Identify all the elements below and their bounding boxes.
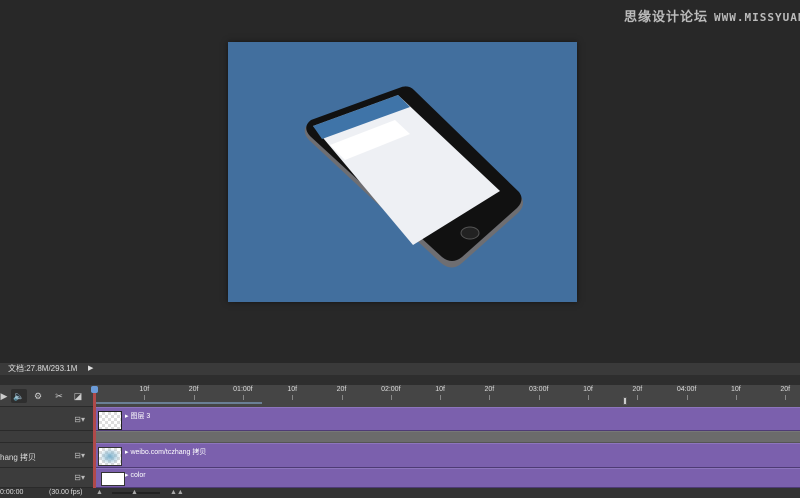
status-bar: 文档:27.8M/293.1M ▶ bbox=[0, 363, 800, 375]
ruler-tick-label: 10f bbox=[583, 386, 593, 393]
clip-color[interactable]: ▸ color bbox=[95, 468, 800, 488]
ruler-tick bbox=[193, 395, 195, 400]
timeline-footer: 0:00:00 (30.00 fps) ▲ ▲ ▲▲ bbox=[0, 488, 800, 498]
iphone-mockup-image bbox=[304, 86, 524, 268]
ruler-tick bbox=[735, 395, 737, 400]
work-area-end-marker[interactable] bbox=[623, 397, 627, 405]
playhead[interactable] bbox=[93, 388, 96, 498]
panel-divider bbox=[0, 375, 800, 385]
ruler-tick-label: 10f bbox=[435, 386, 445, 393]
ruler-tick bbox=[588, 395, 589, 400]
clip-thumbnail bbox=[98, 411, 122, 430]
ruler-tick-label: 10f bbox=[731, 386, 741, 393]
zoom-slider-thumb[interactable]: ▲ bbox=[131, 488, 138, 498]
layer-header-3[interactable]: hang 拷贝 ⊟▾ bbox=[0, 443, 93, 468]
transition-icon[interactable]: ◪ bbox=[71, 389, 85, 403]
clip-thumbnail bbox=[98, 447, 122, 466]
ruler-tick bbox=[341, 395, 343, 400]
ruler-tick bbox=[785, 395, 787, 400]
frame-rate: (30.00 fps) bbox=[49, 489, 83, 496]
ruler-tick bbox=[292, 395, 294, 400]
ruler-tick-label: 20f bbox=[780, 386, 791, 393]
ruler-tick bbox=[538, 395, 540, 400]
ruler-tick-label: 01:00f bbox=[233, 386, 253, 393]
play-icon[interactable]: ▶ bbox=[0, 389, 8, 403]
ruler-tick-label: 20f bbox=[188, 386, 199, 393]
clip-weibo[interactable]: ▸ weibo.com/tczhang 拷贝 bbox=[95, 443, 800, 468]
playhead-handle[interactable] bbox=[91, 386, 98, 393]
watermark: 思缘设计论坛WWW.MISSYUAN.COM bbox=[624, 9, 800, 24]
clip-label: ▸ 图层 3 bbox=[125, 413, 151, 420]
ruler-tick-label: 10f bbox=[287, 386, 298, 393]
settings-icon[interactable]: ⚙ bbox=[31, 389, 45, 403]
ruler-tick-label: 02:00f bbox=[381, 386, 401, 393]
clip-thumbnail bbox=[101, 472, 125, 486]
ruler-tick-label: 03:00f bbox=[528, 386, 549, 393]
film-icon[interactable]: ⊟▾ bbox=[74, 415, 85, 424]
ruler-tick bbox=[390, 395, 392, 400]
ruler-tick-label: 10f bbox=[139, 386, 150, 393]
ruler-tick bbox=[686, 395, 688, 400]
split-scissors-icon[interactable]: ✂ bbox=[52, 389, 66, 403]
clip-layer-3[interactable]: ▸ 图层 3 bbox=[95, 407, 800, 431]
timeline-controls: ▶ 🔈 ⚙ ✂ ◪ bbox=[0, 385, 93, 407]
ruler-tick bbox=[242, 395, 244, 400]
ruler-tick bbox=[637, 395, 639, 400]
document-size: 文档:27.8M/293.1M bbox=[8, 364, 78, 373]
document-canvas[interactable] bbox=[228, 42, 577, 302]
ruler-tick-label: 20f bbox=[336, 386, 347, 393]
ruler-tick bbox=[440, 395, 442, 400]
film-icon[interactable]: ⊟▾ bbox=[74, 473, 85, 482]
timecode[interactable]: 0:00:00 bbox=[0, 488, 23, 498]
audio-icon[interactable]: 🔈 bbox=[11, 389, 27, 403]
group-track[interactable] bbox=[95, 431, 800, 443]
zoom-out-icon[interactable]: ▲ bbox=[96, 488, 103, 498]
clip-label: ▸ color bbox=[125, 472, 146, 479]
ruler-tick-label: 20f bbox=[484, 386, 495, 393]
clip-label: ▸ weibo.com/tczhang 拷贝 bbox=[125, 449, 207, 456]
ruler-tick-label: 20f bbox=[632, 386, 643, 393]
status-menu-arrow[interactable]: ▶ bbox=[88, 363, 93, 375]
ruler-tick-label: 04:00f bbox=[676, 386, 697, 393]
ruler-tick bbox=[489, 395, 491, 400]
work-area-bar[interactable] bbox=[95, 402, 262, 404]
film-icon[interactable]: ⊟▾ bbox=[74, 451, 85, 460]
layer-header-1[interactable]: ⊟▾ bbox=[0, 407, 93, 431]
layer-header-group[interactable] bbox=[0, 431, 93, 443]
layer-header-4[interactable]: ⊟▾ bbox=[0, 468, 93, 488]
zoom-in-icon[interactable]: ▲▲ bbox=[170, 488, 184, 498]
ruler-tick bbox=[144, 395, 146, 400]
